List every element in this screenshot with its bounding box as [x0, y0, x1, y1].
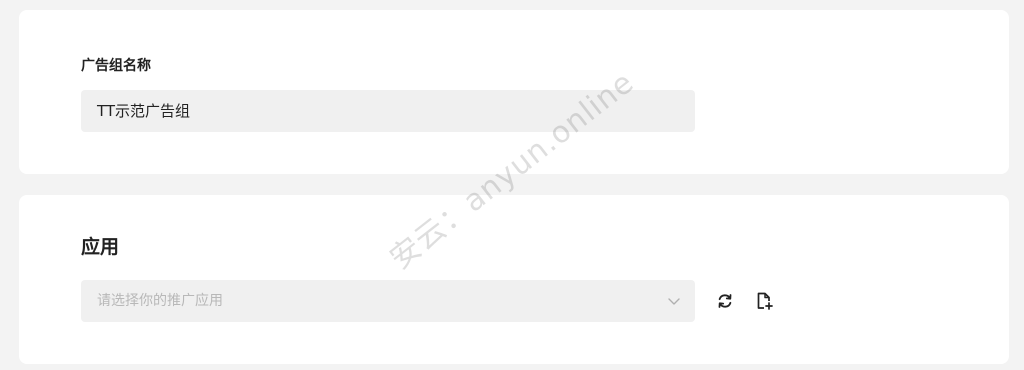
ad-group-name-label: 广告组名称 — [81, 58, 151, 74]
chevron-down-icon — [668, 298, 680, 305]
app-section-title: 应用 — [81, 236, 120, 258]
app-card: 应用 请选择你的推广应用 — [19, 195, 1009, 364]
app-select[interactable]: 请选择你的推广应用 — [81, 280, 695, 322]
ad-group-name-input[interactable]: TT示范广告组 — [81, 90, 695, 132]
file-add-icon[interactable] — [754, 291, 774, 311]
app-select-placeholder: 请选择你的推广应用 — [97, 293, 223, 309]
ad-group-card: 广告组名称 TT示范广告组 — [19, 10, 1009, 174]
page: 广告组名称 TT示范广告组 应用 请选择你的推广应用 安云：anyun.onli… — [0, 0, 1024, 370]
refresh-icon[interactable] — [715, 291, 735, 311]
